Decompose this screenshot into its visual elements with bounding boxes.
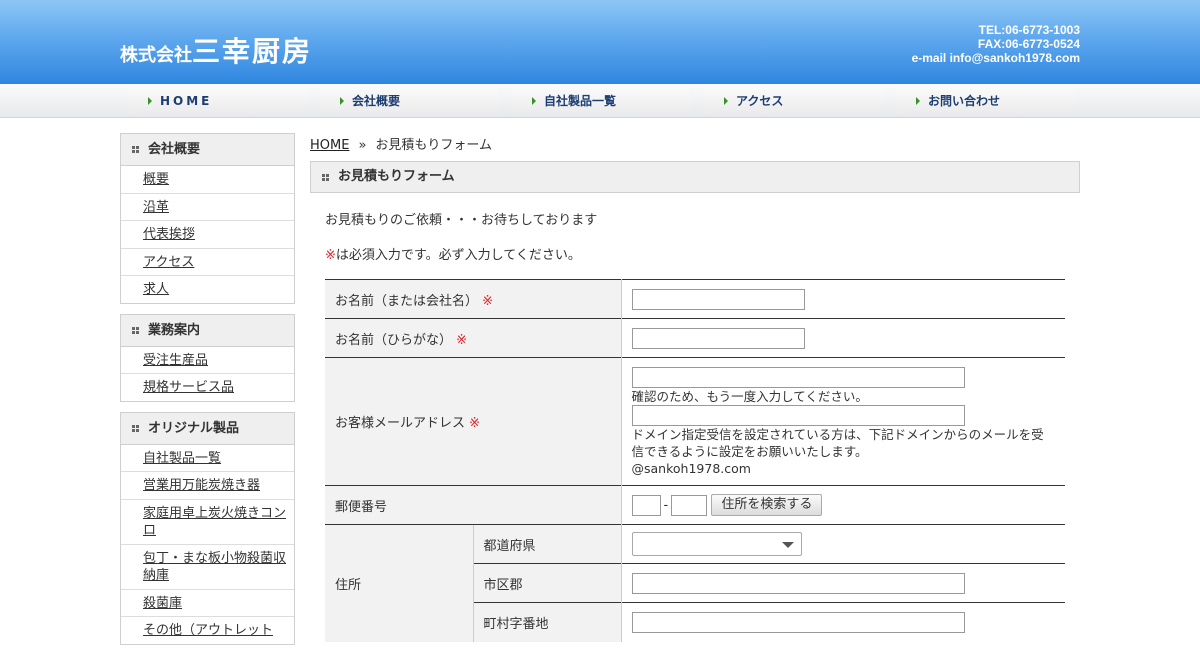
field-label: 住所 — [325, 524, 473, 642]
field-label: お名前（または会社名） ※ — [325, 279, 622, 319]
sidebar-section-business: 業務案内 受注生産品 規格サービス品 — [120, 313, 295, 402]
nav-access[interactable]: アクセス — [704, 88, 882, 114]
intro-text: お見積もりのご依頼・・・お待ちしております — [325, 213, 598, 228]
breadcrumb-home-link[interactable]: HOME — [310, 138, 349, 153]
form-row-name: お名前（または会社名） ※ — [325, 279, 1065, 319]
contact-info: TEL:06-6773-1003 FAX:06-6773-0524 e-mail… — [912, 23, 1080, 65]
logo-company-type: 株式会社 — [120, 45, 192, 66]
sidebar: 会社概要 概要 沿革 代表挨拶 アクセス 求人 業務案内 受注生産品 規格サービ… — [120, 133, 295, 655]
sidebar-heading: 業務案内 — [121, 314, 294, 347]
sidebar-item-standard-service[interactable]: 規格サービス品 — [121, 373, 294, 401]
form-row-postal: 郵便番号 - 住所を検索する — [325, 485, 1065, 525]
sidebar-item-product-list[interactable]: 自社製品一覧 — [121, 445, 294, 472]
sidebar-section-original: オリジナル製品 自社製品一覧 営業用万能炭焼き器 家庭用卓上炭火焼きコンロ 包丁… — [120, 411, 295, 645]
city-field[interactable] — [631, 572, 965, 594]
sidebar-item-custom-order[interactable]: 受注生産品 — [121, 347, 294, 374]
field-label: 都道府県 — [472, 524, 622, 564]
sidebar-item-history[interactable]: 沿革 — [121, 192, 294, 221]
sidebar-item-access[interactable]: アクセス — [121, 247, 294, 276]
page-title: お見積もりフォーム — [310, 161, 1080, 193]
fax-number: FAX:06-6773-0524 — [977, 37, 1080, 51]
estimate-form: お名前（または会社名） ※ お名前（ひらがな） ※ お客様メールアドレス ※ 確… — [325, 279, 1065, 642]
field-label: 町村字番地 — [472, 602, 622, 642]
breadcrumb-current: お見積もりフォーム — [375, 138, 493, 153]
field-label: お客様メールアドレス ※ — [325, 357, 622, 486]
company-logo[interactable]: 株式会社三幸厨房 — [120, 30, 312, 70]
bullet-grid-icon — [132, 146, 139, 153]
nav-home[interactable]: HOME — [128, 88, 306, 114]
tel-number: TEL:06-6773-1003 — [978, 23, 1080, 37]
bullet-grid-icon — [322, 174, 329, 181]
postal-code-first[interactable] — [631, 494, 661, 516]
sidebar-item-greeting[interactable]: 代表挨拶 — [121, 220, 294, 248]
main-content: HOME» お見積もりフォーム お見積もりフォーム お見積もりのご依頼・・・お待ち… — [310, 133, 1080, 642]
bullet-grid-icon — [132, 424, 139, 432]
sidebar-heading: 会社概要 — [121, 134, 294, 166]
email-domain: @sankoh1978.com — [631, 460, 751, 476]
chevron-down-icon — [781, 542, 794, 548]
arrow-right-icon — [148, 97, 152, 105]
arrow-right-icon — [724, 97, 728, 105]
nav-products[interactable]: 自社製品一覧 — [512, 88, 690, 114]
form-row-email: お客様メールアドレス ※ 確認のため、もう一度入力してください。 ドメイン指定受… — [325, 357, 1065, 486]
arrow-right-icon — [532, 97, 536, 105]
bullet-grid-icon — [132, 326, 139, 334]
arrow-right-icon — [916, 97, 920, 105]
global-nav: HOME 会社概要 自社製品一覧 アクセス お問い合わせ — [0, 84, 1200, 118]
nav-company[interactable]: 会社概要 — [320, 88, 498, 114]
address-search-button[interactable]: 住所を検索する — [711, 494, 823, 516]
kana-field[interactable] — [631, 327, 805, 349]
name-field[interactable] — [631, 288, 805, 310]
field-label: お名前（ひらがな） ※ — [325, 318, 622, 358]
prefecture-select[interactable] — [631, 532, 802, 556]
email-address: e-mail info@sankoh1978.com — [911, 51, 1080, 65]
email-confirm-field[interactable] — [631, 404, 965, 426]
nav-contact[interactable]: お問い合わせ — [896, 88, 1074, 114]
form-row-prefecture: 住所 都道府県 — [325, 524, 1065, 642]
required-note: ※は必須入力です。必ず入力してください。 — [325, 248, 581, 263]
sidebar-item-overview[interactable]: 概要 — [121, 166, 294, 193]
arrow-right-icon — [340, 97, 344, 105]
email-domain-note: ドメイン指定受信を設定されている方は、下記ドメインからのメールを受信できるように… — [631, 426, 1044, 459]
email-field[interactable] — [631, 366, 965, 388]
sidebar-section-company: 会社概要 概要 沿革 代表挨拶 アクセス 求人 — [120, 133, 295, 304]
email-confirm-note: 確認のため、もう一度入力してください。 — [631, 388, 868, 404]
sidebar-item-tabletop-stove[interactable]: 家庭用卓上炭火焼きコンロ — [121, 498, 294, 544]
field-label: 市区郡 — [472, 563, 622, 603]
sidebar-item-knife-sterilizer[interactable]: 包丁・まな板小物殺菌収納庫 — [121, 543, 294, 589]
sidebar-item-charcoal-grill[interactable]: 営業用万能炭焼き器 — [121, 471, 294, 499]
breadcrumb: HOME» お見積もりフォーム — [310, 138, 493, 153]
sidebar-item-sterilizer[interactable]: 殺菌庫 — [121, 588, 294, 617]
site-header: 株式会社三幸厨房 TEL:06-6773-1003 FAX:06-6773-05… — [0, 0, 1200, 84]
sidebar-item-recruit[interactable]: 求人 — [121, 275, 294, 303]
logo-company-name: 三幸厨房 — [192, 35, 313, 68]
form-row-kana: お名前（ひらがな） ※ — [325, 318, 1065, 358]
field-label: 郵便番号 — [325, 485, 622, 525]
postal-code-second[interactable] — [671, 494, 708, 516]
sidebar-heading: オリジナル製品 — [121, 412, 294, 445]
